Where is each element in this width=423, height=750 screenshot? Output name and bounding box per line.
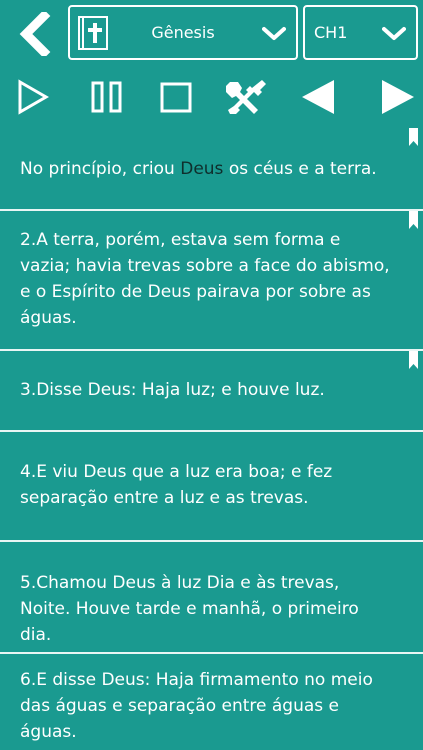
verse-text: 2.A terra, porém, estava sem forma e vaz…: [20, 230, 390, 328]
next-icon[interactable]: [378, 78, 418, 116]
verse-text: No princípio, criou Deus os céus e a ter…: [20, 159, 377, 179]
book-name: Gênesis: [151, 23, 215, 42]
chevron-down-icon: [262, 27, 286, 40]
highlighted-word: Deus: [180, 159, 224, 179]
top-bar: Gênesis CH1: [0, 0, 423, 66]
chapter-selector[interactable]: CH1: [303, 5, 418, 60]
bible-book-icon: [78, 16, 108, 50]
play-icon[interactable]: [16, 78, 50, 116]
bookmark-icon[interactable]: [409, 211, 418, 229]
bookmark-icon[interactable]: [409, 128, 418, 146]
audio-toolbar: [0, 66, 423, 128]
chevron-down-icon: [382, 27, 406, 40]
verse-text: 5.Chamou Deus à luz Dia e às trevas, Noi…: [20, 573, 359, 645]
verse-item[interactable]: 5.Chamou Deus à luz Dia e às trevas, Noi…: [0, 542, 423, 652]
back-chevron-icon[interactable]: [14, 12, 54, 56]
pause-icon[interactable]: [89, 78, 125, 116]
tools-icon[interactable]: [224, 78, 268, 116]
bookmark-icon[interactable]: [409, 351, 418, 369]
verse-item[interactable]: No princípio, criou Deus os céus e a ter…: [0, 128, 423, 210]
verse-item[interactable]: 4.E viu Deus que a luz era boa; e fez se…: [0, 432, 423, 540]
verse-text: 4.E viu Deus que a luz era boa; e fez se…: [20, 462, 333, 508]
verse-text: 6.E disse Deus: Haja firmamento no meio …: [20, 670, 373, 742]
verse-item[interactable]: 3.Disse Deus: Haja luz; e houve luz.: [0, 351, 423, 430]
verse-item[interactable]: 6.E disse Deus: Haja firmamento no meio …: [0, 654, 423, 750]
chapter-label: CH1: [314, 23, 348, 42]
stop-icon[interactable]: [158, 78, 194, 116]
verse-text: 3.Disse Deus: Haja luz; e houve luz.: [20, 380, 325, 400]
previous-icon[interactable]: [298, 78, 338, 116]
verse-item[interactable]: 2.A terra, porém, estava sem forma e vaz…: [0, 211, 423, 349]
book-selector[interactable]: Gênesis: [68, 5, 298, 60]
